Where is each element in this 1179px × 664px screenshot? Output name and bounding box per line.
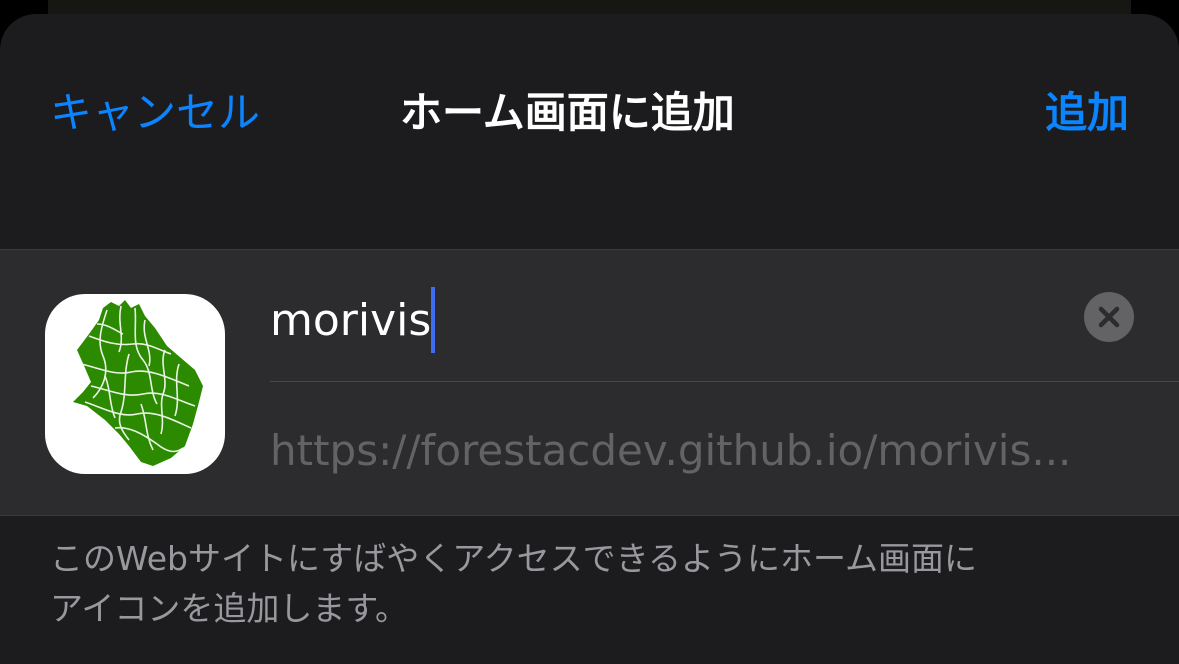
forest-map-icon [45, 294, 225, 474]
add-button[interactable]: 追加 [1045, 84, 1129, 142]
footer-line-1: このWebサイトにすばやくアクセスできるようにホーム画面に [50, 539, 977, 578]
footer-description: このWebサイトにすばやくアクセスできるようにホーム画面に アイコンを追加します… [50, 534, 1110, 634]
sheet-title: ホーム画面に追加 [400, 88, 735, 137]
field-divider [270, 381, 1179, 382]
bookmark-form-group: morivis https://forestacdev.github.io/mo… [0, 249, 1179, 516]
name-input-value: morivis [270, 295, 432, 346]
footer-line-2: アイコンを追加します。 [50, 589, 409, 628]
cancel-button[interactable]: キャンセル [50, 84, 260, 142]
clear-text-button[interactable] [1084, 292, 1134, 342]
text-caret [431, 287, 436, 353]
url-label: https://forestacdev.github.io/morivis... [270, 426, 1072, 475]
name-input[interactable]: morivis [270, 287, 1060, 353]
clear-circle-icon [1098, 306, 1120, 328]
add-to-home-screen-sheet: キャンセル ホーム画面に追加 追加 morivis https://forest… [0, 14, 1179, 664]
